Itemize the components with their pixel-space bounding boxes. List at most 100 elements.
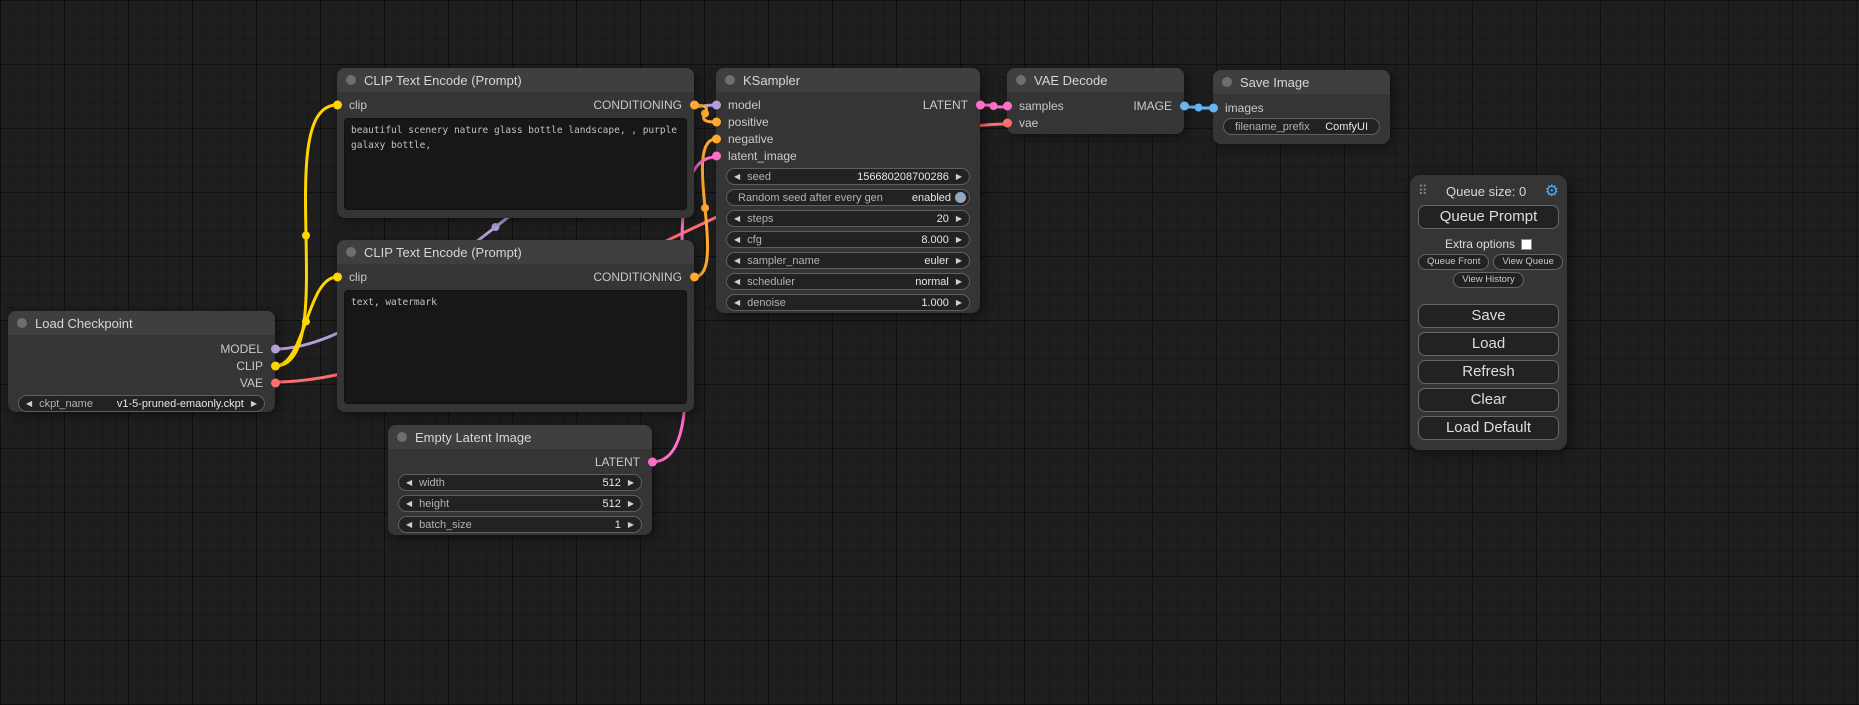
increment-arrow-icon[interactable]: ▶ (956, 299, 962, 307)
load-default-button[interactable]: Load Default (1418, 416, 1559, 440)
node-header[interactable]: Load Checkpoint (8, 311, 275, 335)
increment-arrow-icon[interactable]: ▶ (956, 215, 962, 223)
node-load-checkpoint[interactable]: Load Checkpoint MODEL CLIP VAE ◀ ckpt_na… (8, 311, 275, 412)
output-slot-conditioning[interactable] (690, 272, 699, 281)
decrement-arrow-icon[interactable]: ◀ (734, 215, 740, 223)
output-slot-latent[interactable] (976, 100, 985, 109)
input-slot-clip[interactable] (333, 100, 342, 109)
slot-row: images (1213, 99, 1390, 116)
output-label-clip: CLIP (236, 359, 263, 373)
widget-batch-size[interactable]: ◀ batch_size 1 ▶ (398, 516, 642, 533)
decrement-arrow-icon[interactable]: ◀ (26, 400, 32, 408)
link-midpoint-dot-checkpoint-clip-to-positive-clip[interactable] (302, 232, 310, 240)
widget-value: euler (924, 255, 948, 267)
queue-prompt-button[interactable]: Queue Prompt (1418, 205, 1559, 229)
input-slot-images[interactable] (1209, 103, 1218, 112)
increment-arrow-icon[interactable]: ▶ (956, 278, 962, 286)
widget-value: 156680208700286 (857, 171, 949, 183)
save-button[interactable]: Save (1418, 304, 1559, 328)
node-clip-text-encode-positive[interactable]: CLIP Text Encode (Prompt) clip CONDITION… (337, 68, 694, 218)
increment-arrow-icon[interactable]: ▶ (628, 521, 634, 529)
queue-front-button[interactable]: Queue Front (1418, 254, 1489, 270)
widget-random-seed-toggle[interactable]: Random seed after every gen enabled (726, 189, 970, 206)
settings-gear-icon[interactable]: ⚙ (1545, 181, 1559, 201)
node-header[interactable]: Empty Latent Image (388, 425, 652, 449)
input-slot-clip[interactable] (333, 272, 342, 281)
input-label-model: model (728, 98, 761, 112)
link-midpoint-dot-checkpoint-clip-to-negative-clip[interactable] (302, 318, 310, 326)
view-history-button[interactable]: View History (1453, 272, 1524, 288)
widget-seed[interactable]: ◀ seed 156680208700286 ▶ (726, 168, 970, 185)
node-header[interactable]: VAE Decode (1007, 68, 1184, 92)
decrement-arrow-icon[interactable]: ◀ (406, 479, 412, 487)
widget-denoise[interactable]: ◀ denoise 1.000 ▶ (726, 294, 970, 311)
input-slot-negative[interactable] (712, 134, 721, 143)
input-slot-model[interactable] (712, 100, 721, 109)
node-header[interactable]: CLIP Text Encode (Prompt) (337, 68, 694, 92)
widget-steps[interactable]: ◀ steps 20 ▶ (726, 210, 970, 227)
widget-value: 8.000 (921, 234, 949, 246)
link-midpoint-dot-positive-conditioning-to-ksampler-positive[interactable] (701, 110, 709, 118)
link-midpoint-dot-vaedecode-image-to-saveimage-images[interactable] (1195, 104, 1203, 112)
decrement-arrow-icon[interactable]: ◀ (406, 500, 412, 508)
input-slot-samples[interactable] (1003, 101, 1012, 110)
output-slot-vae[interactable] (271, 378, 280, 387)
node-vae-decode[interactable]: VAE Decode samples IMAGE vae (1007, 68, 1184, 134)
node-title: KSampler (743, 73, 800, 88)
input-slot-latent-image[interactable] (712, 151, 721, 160)
widget-sampler-name[interactable]: ◀ sampler_name euler ▶ (726, 252, 970, 269)
decrement-arrow-icon[interactable]: ◀ (734, 236, 740, 244)
decrement-arrow-icon[interactable]: ◀ (406, 521, 412, 529)
node-ksampler[interactable]: KSampler model LATENT positive negative … (716, 68, 980, 313)
widget-ckpt-name[interactable]: ◀ ckpt_name v1-5-pruned-emaonly.ckpt ▶ (18, 395, 265, 412)
output-slot-model[interactable] (271, 344, 280, 353)
decrement-arrow-icon[interactable]: ◀ (734, 173, 740, 181)
decrement-arrow-icon[interactable]: ◀ (734, 299, 740, 307)
node-status-dot (1016, 75, 1026, 85)
increment-arrow-icon[interactable]: ▶ (628, 500, 634, 508)
slot-row: negative (716, 130, 980, 147)
node-status-dot (725, 75, 735, 85)
slot-row: clip CONDITIONING (337, 96, 694, 113)
input-slot-vae[interactable] (1003, 118, 1012, 127)
node-graph-canvas[interactable]: Load Checkpoint MODEL CLIP VAE ◀ ckpt_na… (0, 0, 1859, 705)
widget-width[interactable]: ◀ width 512 ▶ (398, 474, 642, 491)
decrement-arrow-icon[interactable]: ◀ (734, 278, 740, 286)
node-empty-latent-image[interactable]: Empty Latent Image LATENT ◀ width 512 ▶ … (388, 425, 652, 535)
node-header[interactable]: Save Image (1213, 70, 1390, 94)
widget-filename-prefix[interactable]: filename_prefix ComfyUI (1223, 118, 1380, 135)
link-midpoint-dot-checkpoint-model-to-ksampler-model[interactable] (492, 223, 500, 231)
prompt-textarea[interactable]: beautiful scenery nature glass bottle la… (344, 118, 687, 210)
output-slot-clip[interactable] (271, 361, 280, 370)
increment-arrow-icon[interactable]: ▶ (956, 257, 962, 265)
output-label-latent: LATENT (923, 98, 968, 112)
node-header[interactable]: KSampler (716, 68, 980, 92)
widget-height[interactable]: ◀ height 512 ▶ (398, 495, 642, 512)
decrement-arrow-icon[interactable]: ◀ (734, 257, 740, 265)
output-slot-latent[interactable] (648, 457, 657, 466)
drag-handle-icon[interactable]: ⠿ (1418, 183, 1428, 199)
refresh-button[interactable]: Refresh (1418, 360, 1559, 384)
clear-button[interactable]: Clear (1418, 388, 1559, 412)
link-midpoint-dot-negative-conditioning-to-ksampler-negative[interactable] (701, 204, 709, 212)
increment-arrow-icon[interactable]: ▶ (956, 173, 962, 181)
node-header[interactable]: CLIP Text Encode (Prompt) (337, 240, 694, 264)
widget-name: batch_size (419, 519, 472, 531)
prompt-textarea[interactable]: text, watermark (344, 290, 687, 404)
node-clip-text-encode-negative[interactable]: CLIP Text Encode (Prompt) clip CONDITION… (337, 240, 694, 412)
extra-options-checkbox[interactable] (1521, 239, 1532, 250)
input-slot-positive[interactable] (712, 117, 721, 126)
output-slot-image[interactable] (1180, 101, 1189, 110)
widget-cfg[interactable]: ◀ cfg 8.000 ▶ (726, 231, 970, 248)
toggle-knob[interactable] (955, 192, 966, 203)
increment-arrow-icon[interactable]: ▶ (956, 236, 962, 244)
comfy-menu-panel[interactable]: ⠿ Queue size: 0 ⚙ Queue Prompt Extra opt… (1410, 175, 1567, 450)
view-queue-button[interactable]: View Queue (1493, 254, 1563, 270)
load-button[interactable]: Load (1418, 332, 1559, 356)
increment-arrow-icon[interactable]: ▶ (628, 479, 634, 487)
node-save-image[interactable]: Save Image images filename_prefix ComfyU… (1213, 70, 1390, 144)
increment-arrow-icon[interactable]: ▶ (251, 400, 257, 408)
output-slot-conditioning[interactable] (690, 100, 699, 109)
link-midpoint-dot-ksampler-latent-to-vaedecode-samples[interactable] (990, 102, 998, 110)
widget-scheduler[interactable]: ◀ scheduler normal ▶ (726, 273, 970, 290)
